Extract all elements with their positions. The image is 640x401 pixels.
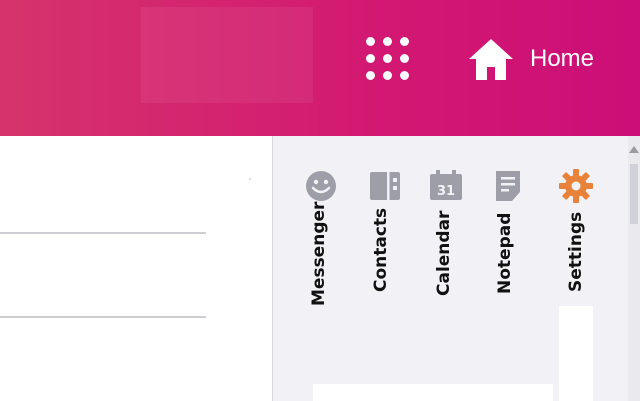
app-label-notepad: Notepad	[495, 212, 515, 294]
divider	[0, 232, 206, 234]
gear-icon	[559, 169, 593, 203]
speck	[249, 178, 251, 180]
scroll-up-arrow-icon[interactable]	[629, 146, 639, 153]
divider	[0, 316, 206, 318]
apps-grid-icon	[366, 37, 375, 46]
blank-area	[313, 384, 553, 401]
apps-grid-button[interactable]	[366, 37, 410, 81]
home-label: Home	[530, 45, 595, 72]
notepad-icon	[496, 171, 520, 201]
blank-area	[559, 306, 593, 401]
contacts-book-icon	[370, 172, 400, 200]
home-icon	[469, 39, 513, 80]
smiley-face-icon	[306, 171, 336, 201]
app-label-messenger: Messenger	[309, 201, 329, 306]
scrollbar[interactable]	[628, 136, 640, 401]
apps-panel: Messenger Contacts 31 Calendar Notepad S…	[272, 136, 629, 401]
app-label-contacts: Contacts	[371, 207, 391, 292]
app-label-settings: Settings	[566, 211, 586, 292]
top-header: Home	[0, 0, 640, 136]
logo-placeholder	[141, 7, 313, 103]
calendar-icon: 31	[430, 170, 462, 200]
home-link[interactable]: Home	[468, 36, 594, 82]
app-label-calendar: Calendar	[434, 210, 454, 296]
scroll-thumb[interactable]	[630, 164, 638, 224]
svg-text:31: 31	[437, 184, 455, 199]
main-content	[0, 136, 272, 401]
